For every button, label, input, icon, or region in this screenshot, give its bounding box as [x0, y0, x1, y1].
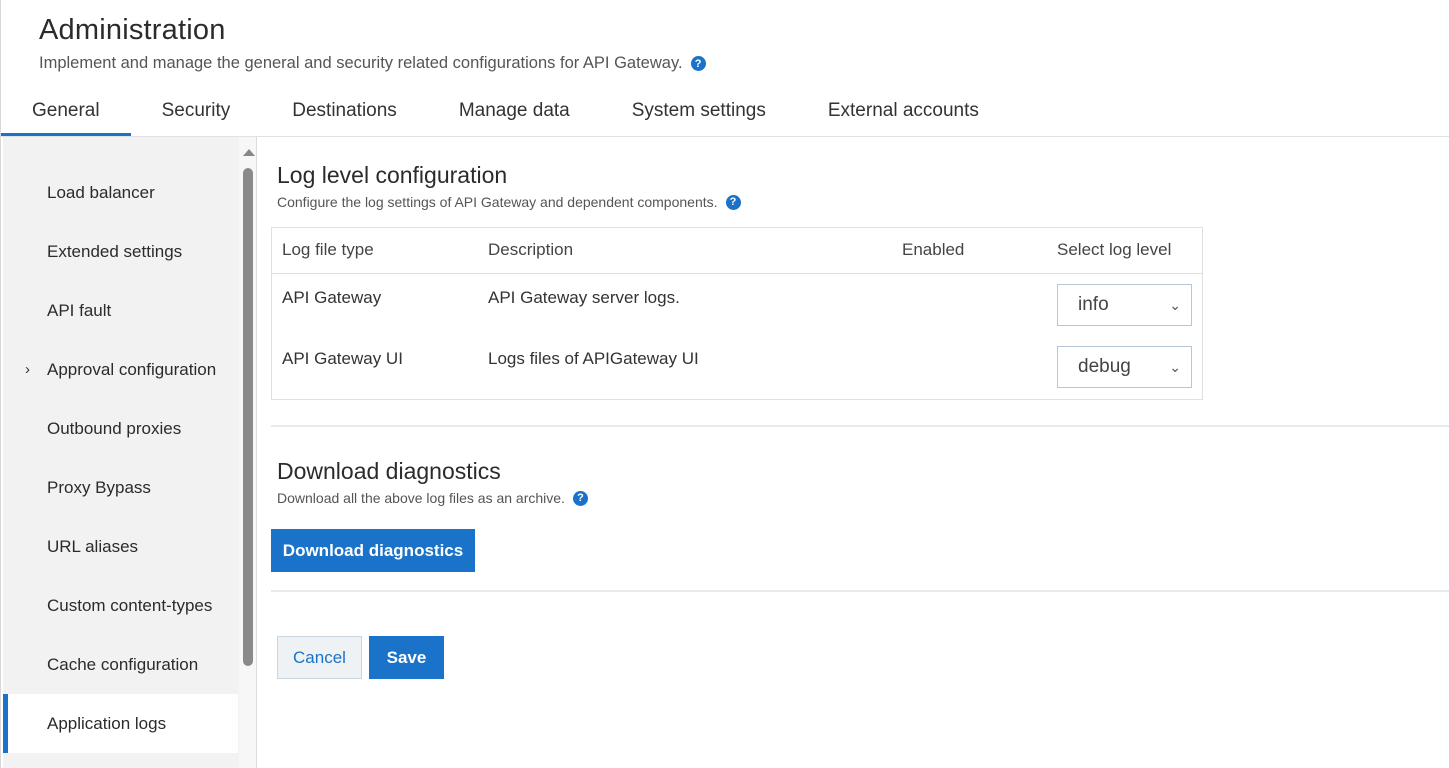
- sidebar-item-cache-configuration[interactable]: Cache configuration: [3, 635, 238, 694]
- sidebar-item-extended-settings[interactable]: Extended settings: [3, 222, 238, 281]
- log-level-subtitle: Configure the log settings of API Gatewa…: [277, 194, 741, 210]
- page-subtitle-text: Implement and manage the general and sec…: [39, 54, 683, 72]
- selected-value: info: [1078, 294, 1109, 315]
- page-title: Administration: [39, 14, 226, 46]
- tab-external-accounts[interactable]: External accounts: [797, 90, 1010, 136]
- log-level-subtitle-text: Configure the log settings of API Gatewa…: [277, 194, 718, 210]
- sidebar-item-outbound-proxies[interactable]: Outbound proxies: [3, 399, 238, 458]
- sidebar-list: Load balancer Extended settings API faul…: [3, 163, 238, 753]
- sidebar-item-label: Extended settings: [47, 241, 183, 261]
- chevron-right-icon[interactable]: ›: [25, 361, 30, 378]
- section-divider: [271, 590, 1449, 592]
- log-description: Logs files of APIGateway UI: [488, 349, 699, 368]
- sidebar-item-label: Custom content-types: [47, 595, 213, 615]
- diagnostics-subtitle-text: Download all the above log files as an a…: [277, 490, 565, 506]
- tab-general[interactable]: General: [1, 90, 131, 136]
- sidebar-item-label: API fault: [47, 300, 112, 320]
- tab-security[interactable]: Security: [131, 90, 262, 136]
- column-header-description: Description: [488, 240, 574, 259]
- tab-manage-data[interactable]: Manage data: [428, 90, 601, 136]
- sidebar-item-label: URL aliases: [47, 536, 139, 556]
- page-header: Administration Implement and manage the …: [39, 14, 706, 73]
- help-icon[interactable]: ?: [572, 490, 588, 506]
- log-level-select[interactable]: info ⌄: [1057, 284, 1192, 326]
- help-icon[interactable]: ?: [690, 56, 706, 71]
- log-file-type: API Gateway UI: [282, 349, 403, 368]
- save-button[interactable]: Save: [369, 636, 444, 679]
- sidebar-item-label: Approval configuration: [47, 359, 217, 379]
- log-level-section: Log level configuration Configure the lo…: [271, 162, 741, 210]
- sidebar-item-label: Application logs: [47, 713, 167, 733]
- chevron-down-icon: ⌄: [1169, 297, 1181, 313]
- sidebar-item-approval-configuration[interactable]: › Approval configuration: [3, 340, 238, 399]
- download-diagnostics-button[interactable]: Download diagnostics: [271, 529, 475, 572]
- sidebar-item-api-fault[interactable]: API fault: [3, 281, 238, 340]
- diagnostics-title: Download diagnostics: [277, 458, 501, 484]
- diagnostics-subtitle: Download all the above log files as an a…: [277, 490, 588, 506]
- scroll-up-arrow-icon[interactable]: [243, 149, 255, 156]
- column-header-log-file-type: Log file type: [282, 240, 374, 259]
- column-header-enabled: Enabled: [902, 240, 965, 259]
- help-icon[interactable]: ?: [725, 194, 741, 210]
- sidebar-item-proxy-bypass[interactable]: Proxy Bypass: [3, 458, 238, 517]
- tab-destinations[interactable]: Destinations: [261, 90, 428, 136]
- table-row: API Gateway API Gateway server logs. inf…: [272, 274, 1202, 336]
- table-header: Log file type Description Enabled Select…: [272, 228, 1202, 274]
- log-level-title: Log level configuration: [277, 162, 508, 188]
- scrollbar-thumb[interactable]: [243, 168, 253, 666]
- section-divider: [271, 425, 1449, 427]
- cancel-button[interactable]: Cancel: [277, 636, 362, 679]
- log-level-select[interactable]: debug ⌄: [1057, 346, 1192, 388]
- sidebar-item-application-logs[interactable]: Application logs: [3, 694, 238, 753]
- sidebar-item-url-aliases[interactable]: URL aliases: [3, 517, 238, 576]
- log-file-type: API Gateway: [282, 288, 382, 307]
- selected-value: debug: [1078, 356, 1131, 377]
- tab-system-settings[interactable]: System settings: [601, 90, 797, 136]
- log-level-table: Log file type Description Enabled Select…: [271, 227, 1203, 400]
- sidebar-item-label: Proxy Bypass: [47, 477, 151, 497]
- diagnostics-section: Download diagnostics Download all the ab…: [271, 458, 588, 506]
- sidebar-scrollbar[interactable]: [239, 137, 256, 768]
- sidebar-item-label: Load balancer: [47, 182, 155, 202]
- sidebar: Load balancer Extended settings API faul…: [3, 137, 257, 768]
- tab-bar: General Security Destinations Manage dat…: [1, 90, 1449, 137]
- table-row: API Gateway UI Logs files of APIGateway …: [272, 336, 1202, 398]
- sidebar-item-load-balancer[interactable]: Load balancer: [3, 163, 238, 222]
- log-description: API Gateway server logs.: [488, 288, 680, 307]
- chevron-down-icon: ⌄: [1169, 359, 1181, 375]
- sidebar-item-label: Cache configuration: [47, 654, 199, 674]
- sidebar-item-label: Outbound proxies: [47, 418, 182, 438]
- page-subtitle: Implement and manage the general and sec…: [39, 54, 706, 73]
- column-header-select-log-level: Select log level: [1057, 240, 1172, 259]
- sidebar-item-custom-content-types[interactable]: Custom content-types: [3, 576, 238, 635]
- administration-page: Administration Implement and manage the …: [0, 0, 1449, 768]
